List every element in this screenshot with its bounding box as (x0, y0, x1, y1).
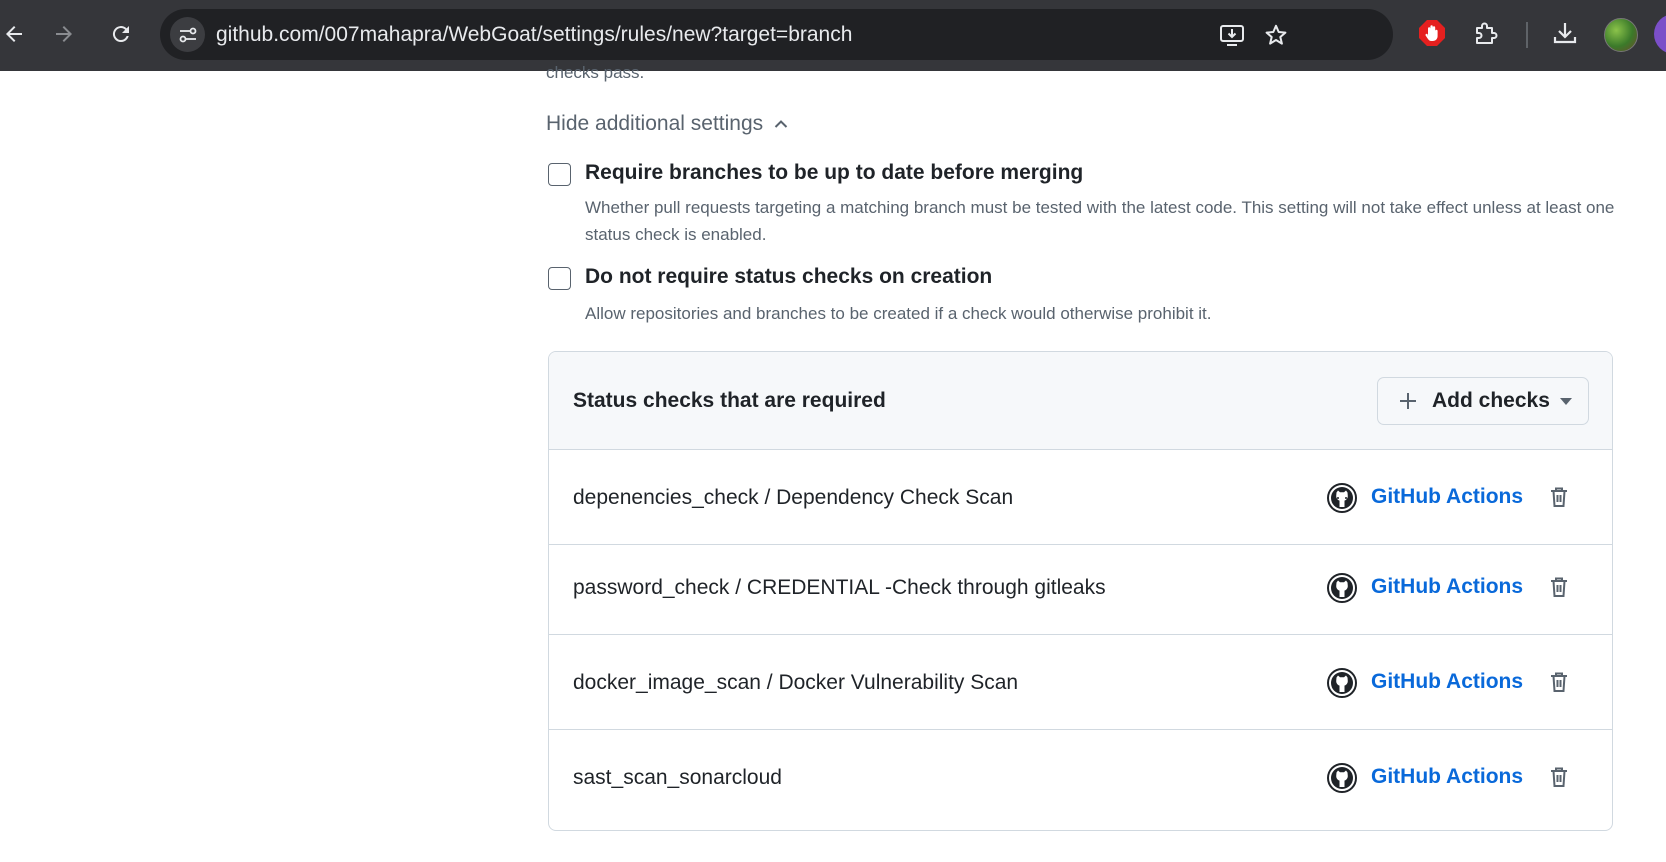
status-check-name: docker_image_scan / Docker Vulnerability… (573, 671, 1019, 694)
url-text[interactable]: github.com/007mahapra/WebGoat/settings/r… (216, 9, 852, 60)
github-actions-link[interactable]: GitHub Actions (1371, 635, 1523, 728)
profile-menu-icon[interactable] (1654, 14, 1666, 54)
download-icon[interactable] (1549, 17, 1581, 49)
trash-icon[interactable] (1544, 762, 1574, 792)
status-checks-title: Status checks that are required (573, 389, 886, 412)
forward-arrow-icon[interactable] (46, 16, 82, 52)
address-bar[interactable]: github.com/007mahapra/WebGoat/settings/r… (160, 9, 1393, 60)
chevron-up-icon (774, 120, 788, 128)
install-app-icon[interactable] (1218, 21, 1246, 49)
back-arrow-icon[interactable] (0, 16, 32, 52)
github-logo-icon (1327, 763, 1357, 793)
toolbar-divider (1526, 22, 1528, 48)
option-title: Require branches to be up to date before… (585, 161, 1084, 184)
trash-icon[interactable] (1544, 482, 1574, 512)
status-checks-header: Status checks that are required Add chec… (549, 352, 1612, 450)
github-actions-link[interactable]: GitHub Actions (1371, 540, 1523, 633)
github-logo-icon (1327, 573, 1357, 603)
github-actions-link[interactable]: GitHub Actions (1371, 730, 1523, 823)
site-info-icon[interactable] (170, 17, 205, 52)
caret-down-icon (1560, 398, 1572, 405)
github-actions-link[interactable]: GitHub Actions (1371, 450, 1523, 543)
status-check-row: depenencies_check / Dependency Check Sca… (549, 450, 1612, 545)
option-description: Allow repositories and branches to be cr… (585, 304, 1212, 323)
reload-icon[interactable] (103, 16, 139, 52)
no-status-checks-on-creation-checkbox[interactable] (548, 267, 571, 290)
status-check-row: sast_scan_sonarcloud GitHub Actions (549, 730, 1612, 825)
extensions-puzzle-icon[interactable] (1470, 17, 1502, 49)
add-checks-label: Add checks (1432, 389, 1550, 412)
option-title: Do not require status checks on creation (585, 265, 993, 288)
hide-additional-settings-toggle[interactable]: Hide additional settings (546, 108, 789, 140)
required-status-checks-box: Status checks that are required Add chec… (548, 351, 1613, 831)
trash-icon[interactable] (1544, 667, 1574, 697)
trash-icon[interactable] (1544, 572, 1574, 602)
status-check-row: docker_image_scan / Docker Vulnerability… (549, 635, 1612, 730)
status-check-row: password_check / CREDENTIAL -Check throu… (549, 540, 1612, 635)
toggle-label: Hide additional settings (546, 112, 764, 135)
github-logo-icon (1327, 483, 1357, 513)
status-check-name: depenencies_check / Dependency Check Sca… (573, 486, 1014, 509)
profile-avatar[interactable] (1604, 18, 1638, 52)
status-check-name: password_check / CREDENTIAL -Check throu… (573, 576, 1106, 599)
add-checks-button[interactable]: Add checks (1377, 377, 1589, 425)
status-check-name: sast_scan_sonarcloud (573, 766, 782, 789)
bookmark-star-icon[interactable] (1262, 21, 1290, 49)
require-up-to-date-checkbox[interactable] (548, 163, 571, 186)
browser-toolbar: github.com/007mahapra/WebGoat/settings/r… (0, 0, 1666, 71)
option-description: Whether pull requests targeting a matchi… (585, 198, 1615, 244)
adblock-hand-icon[interactable] (1416, 17, 1448, 49)
rule-settings-panel: checks pass. Hide additional settings Re… (0, 63, 1666, 862)
plus-icon (1400, 393, 1416, 409)
github-logo-icon (1327, 668, 1357, 698)
truncated-description: checks pass. (546, 63, 645, 82)
